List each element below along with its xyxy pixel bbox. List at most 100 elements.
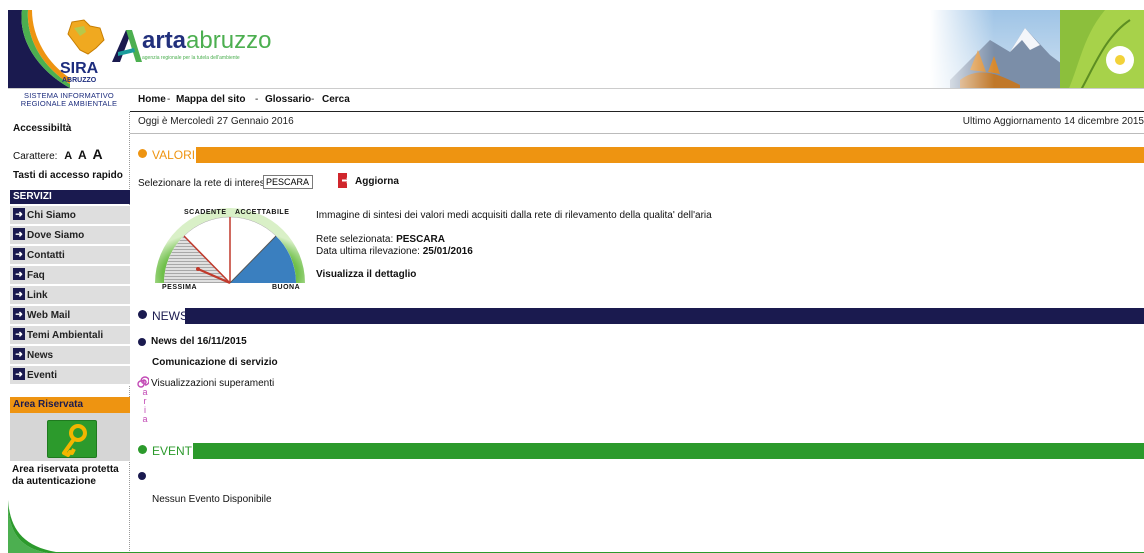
eventi-section-header: EVENTI: [138, 443, 1144, 459]
services-heading: SERVIZI: [10, 190, 130, 204]
sidebar-item-label: News: [27, 350, 54, 361]
eventi-title-bar: [193, 443, 1144, 459]
gauge-label-scadente: SCADENTE: [184, 209, 227, 216]
abruzzo-map-icon: [67, 19, 105, 55]
arrow-right-icon: ➜: [13, 308, 25, 321]
gauge-label-accettabile: ACCETTABILE: [235, 209, 290, 216]
last-reading-label: Data ultima rilevazione:: [316, 246, 420, 257]
reserved-area-heading: Area Riservata: [10, 397, 130, 413]
sidebar-item-chi-siamo[interactable]: ➜ Chi Siamo: [10, 206, 130, 225]
nav-sitemap[interactable]: Mappa del sito: [176, 94, 245, 105]
arta-tagline: agenzia regionale per la tutela dell'amb…: [142, 55, 240, 61]
superamenti-link[interactable]: Visualizzazioni superamenti: [151, 378, 274, 389]
sira-logo-sub: ABRUZZO: [62, 77, 97, 84]
sidebar-item-news[interactable]: ➜ News: [10, 346, 130, 365]
sidebar-item-contatti[interactable]: ➜ Contatti: [10, 246, 130, 265]
sidebar-item-label: Chi Siamo: [27, 210, 76, 221]
gauge-label-buona: BUONA: [272, 284, 301, 291]
detail-link[interactable]: Visualizza il dettaglio: [316, 269, 416, 280]
nav-search[interactable]: Cerca: [322, 94, 350, 105]
font-small-button[interactable]: A: [64, 150, 72, 162]
page: SIRA ABRUZZO SISTEMA INFORMATIVO REGIONA…: [0, 0, 1144, 553]
nav-separator: -: [167, 94, 171, 105]
air-quality-gauge: [155, 208, 305, 285]
chevron-down-icon: ⌄: [302, 177, 309, 186]
sidebar-item-label: Dove Siamo: [27, 230, 85, 241]
sidebar-item-faq[interactable]: ➜ Faq: [10, 266, 130, 285]
sidebar-item-web-mail[interactable]: ➜ Web Mail: [10, 306, 130, 325]
sidebar-item-temi-ambientali[interactable]: ➜ Temi Ambientali: [10, 326, 130, 345]
system-name: SISTEMA INFORMATIVO REGIONALE AMBIENTALE: [8, 88, 130, 112]
font-size-control: Carattere: A A A: [13, 146, 103, 162]
sidebar-item-dove-siamo[interactable]: ➜ Dove Siamo: [10, 226, 130, 245]
news-section-header: NEWS: [138, 308, 1144, 324]
arta-brand-bold: arta: [142, 27, 187, 54]
arrow-right-icon: ➜: [13, 268, 25, 281]
arta-brand[interactable]: artaabruzzo: [142, 29, 271, 53]
event-bullet-icon: [138, 472, 146, 480]
arrow-right-icon: ➜: [13, 228, 25, 241]
today-date: Oggi è Mercoledì 27 Gennaio 2016: [138, 116, 294, 127]
arrow-right-icon: ➜: [13, 348, 25, 361]
key-icon: [62, 424, 87, 457]
news-date: News del 16/11/2015: [151, 336, 247, 347]
sidebar-item-label: Faq: [27, 270, 45, 281]
network-value: PESCARA: [396, 234, 445, 245]
news-title-bar: [185, 308, 1144, 324]
news-item-link[interactable]: Comunicazione di servizio: [152, 357, 278, 368]
nav-separator: -: [311, 94, 315, 105]
news-bullet-icon: [138, 338, 146, 346]
eventi-title: EVENTI: [152, 444, 196, 458]
aria-letter: a: [142, 414, 148, 424]
sidebar-item-eventi[interactable]: ➜ Eventi: [10, 366, 130, 385]
sidebar-item-link[interactable]: ➜ Link: [10, 286, 130, 305]
network-label: Rete selezionata:: [316, 234, 394, 245]
sidebar-item-label: Web Mail: [27, 310, 71, 321]
news-title: NEWS: [152, 309, 188, 323]
last-update: Ultimo Aggiornamento 14 dicembre 2015: [962, 116, 1144, 127]
sidebar-item-label: Eventi: [27, 370, 58, 381]
network-select[interactable]: PESCARA ⌄: [263, 175, 313, 189]
arrow-right-icon: ➜: [13, 208, 25, 221]
font-large-button[interactable]: A: [92, 146, 102, 162]
arrow-right-icon: ➜: [13, 288, 25, 301]
arrow-right-icon: ➜: [13, 368, 25, 381]
sira-logo-text: SIRA: [60, 60, 99, 77]
nav-glossary[interactable]: Glossario: [265, 94, 311, 105]
quick-keys-link[interactable]: Tasti di accesso rapido: [13, 170, 123, 181]
bullet-icon: [138, 445, 147, 454]
valori-section-header: VALORI: [138, 147, 1144, 163]
arta-logo-icon[interactable]: [112, 28, 142, 64]
bullet-icon: [138, 310, 147, 319]
nav-separator: -: [255, 94, 259, 105]
refresh-exit-icon[interactable]: [338, 173, 351, 188]
bullet-icon: [138, 149, 147, 158]
valori-title: VALORI: [152, 148, 196, 162]
network-select-label: Selezionare la rete di interesse: [138, 178, 276, 189]
date-bar: Oggi è Mercoledì 27 Gennaio 2016 Ultimo …: [130, 112, 1144, 134]
aria-vertical-logo: a r i a: [142, 388, 148, 424]
reserved-area-description: Area riservata protetta da autenticazion…: [12, 464, 119, 487]
arrow-right-icon: ➜: [13, 248, 25, 261]
arta-brand-light: abruzzo: [186, 27, 272, 54]
sidebar-item-label: Temi Ambientali: [27, 330, 104, 341]
reserved-area-login-button[interactable]: [47, 420, 97, 458]
nav-home[interactable]: Home: [138, 94, 166, 105]
network-label-row: Rete selezionata: PESCARA: [316, 234, 445, 245]
gauge-description: Immagine di sintesi dei valori medi acqu…: [316, 210, 712, 221]
footer-swoosh-graphic: [8, 500, 1144, 553]
arrow-right-icon: ➜: [13, 328, 25, 341]
font-size-label-text: Carattere:: [13, 151, 58, 162]
sidebar-item-label: Link: [27, 290, 48, 301]
valori-title-bar: [196, 147, 1144, 163]
top-navigation: Home - Mappa del sito - Glossario - Cerc…: [130, 88, 1144, 112]
last-reading-value: 25/01/2016: [422, 246, 473, 257]
sidebar-item-label: Contatti: [27, 250, 65, 261]
no-events-text: Nessun Evento Disponibile: [152, 494, 272, 505]
accessibility-label: Accessibiltà: [13, 123, 72, 134]
refresh-button[interactable]: Aggiorna: [355, 176, 399, 187]
font-medium-button[interactable]: A: [78, 148, 87, 162]
system-name-line2: REGIONALE AMBIENTALE: [20, 99, 118, 108]
last-reading-row: Data ultima rilevazione: 25/01/2016: [316, 246, 473, 257]
gauge-label-pessima: PESSIMA: [162, 284, 198, 291]
